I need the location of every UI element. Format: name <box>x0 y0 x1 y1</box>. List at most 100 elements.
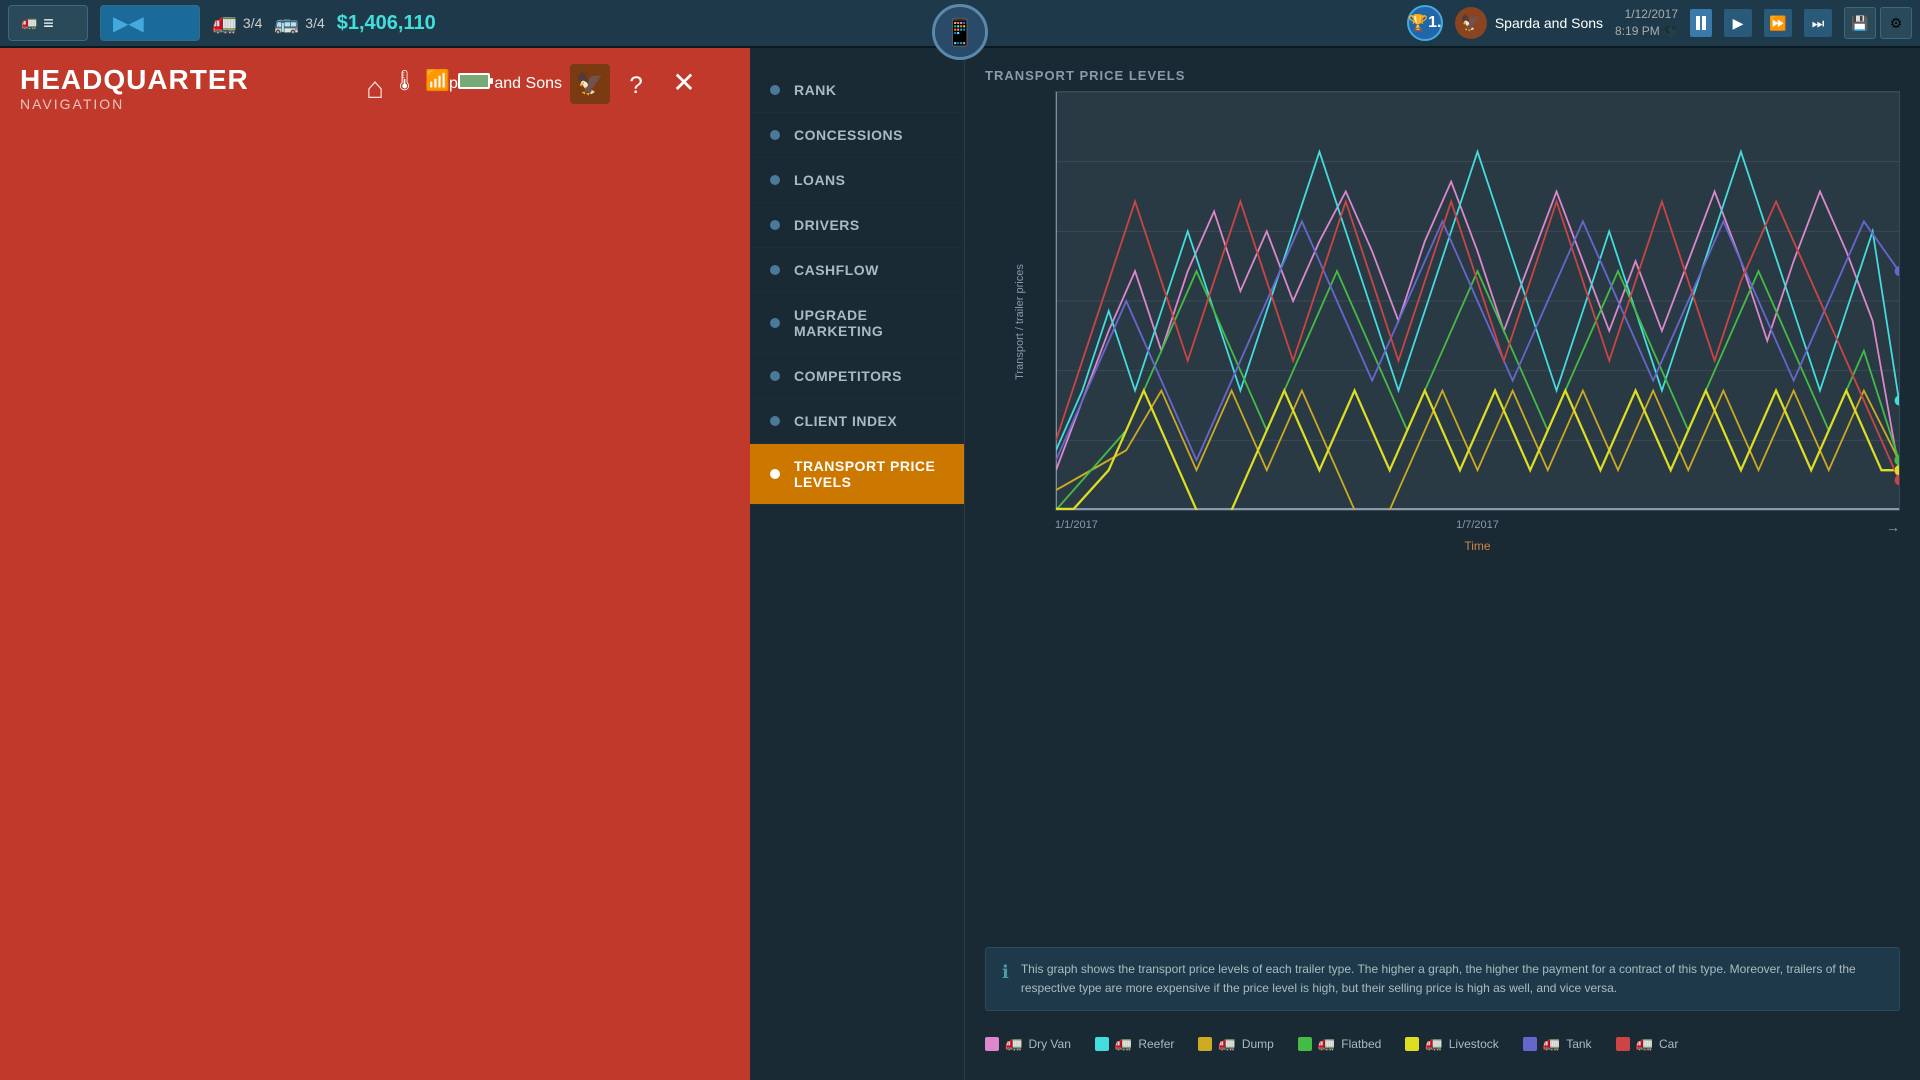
sidebar-item-competitors[interactable]: COMPETITORS <box>750 354 964 399</box>
legend-item-livestock: 🚛Livestock <box>1405 1035 1498 1052</box>
info-text: This graph shows the transport price lev… <box>1021 960 1883 998</box>
status-icons: 🌡 📶 <box>392 68 490 93</box>
chart-svg <box>1056 92 1899 510</box>
x-label: Time <box>1055 539 1900 553</box>
chart-dates: 1/1/2017 1/7/2017 → <box>1055 519 1900 535</box>
legend-item-flatbed: 🚛 Flatbed <box>1298 1035 1381 1052</box>
content-area: RANK CONCESSIONS LOANS DRIVERS CASHFLOW UPGRA… <box>750 48 1920 1080</box>
avatar: 🦅 <box>1455 7 1487 39</box>
panel-header: HEADQUARTER NAVIGATION ⌂ Sparda and Sons… <box>0 48 750 1080</box>
trailer-type-icon: 🚛 <box>1005 1035 1022 1052</box>
pause-control[interactable] <box>1690 9 1712 37</box>
nav-item-label: CONCESSIONS <box>794 127 903 143</box>
legend-label: Tank <box>1566 1037 1591 1051</box>
fast-forward-button[interactable]: ⏩ <box>1764 9 1792 37</box>
nav-item-label: TRANSPORT PRICE LEVELS <box>794 458 944 490</box>
legend-label: Flatbed <box>1341 1037 1381 1051</box>
panel-company-logo: 🦅 <box>570 64 610 104</box>
nav-dot-icon <box>770 130 780 140</box>
sidebar-item-concessions[interactable]: CONCESSIONS <box>750 113 964 158</box>
legend-item-reefer: 🚛 Reefer <box>1095 1035 1174 1052</box>
nav-item-label: UPGRADE MARKETING <box>794 307 944 339</box>
trailer-icon: 🚌 <box>274 11 299 36</box>
trailer-type-icon: 🚛 <box>1318 1035 1335 1052</box>
nav-item-label: CASHFLOW <box>794 262 879 278</box>
thermometer-icon: 🌡 <box>392 68 417 93</box>
legend-label: Car <box>1659 1037 1678 1051</box>
home-icon: ⌂ <box>366 72 384 106</box>
nav-dot-icon <box>770 85 780 95</box>
rank-badge: 🏆 1. <box>1407 5 1443 41</box>
menu-icon: 🚛 <box>21 15 37 31</box>
date-start: 1/1/2017 <box>1055 519 1098 535</box>
sidebar-item-loans[interactable]: LOANS <box>750 158 964 203</box>
info-icon: ℹ <box>1002 962 1009 983</box>
x-axis-arrow: → <box>1886 519 1900 535</box>
nav-item-label: RANK <box>794 82 836 98</box>
date-mid: 1/7/2017 <box>1456 519 1499 531</box>
phone-icon[interactable]: 📱 <box>932 4 988 60</box>
y-label-text: Transport / trailer prices <box>1014 264 1026 380</box>
nav-item-label: LOANS <box>794 172 846 188</box>
nav-item-label: DRIVERS <box>794 217 860 233</box>
nav-dot-icon <box>770 265 780 275</box>
help-button[interactable]: ? <box>618 68 654 104</box>
legend-color-swatch <box>1405 1037 1419 1051</box>
legend-color-swatch <box>985 1037 999 1051</box>
play-button[interactable]: ▶ <box>1724 9 1752 37</box>
rank-value: 1. <box>1428 14 1441 32</box>
fastest-button[interactable]: ⏭ <box>1804 9 1832 37</box>
trailer-type-icon: 🚛 <box>1636 1035 1653 1052</box>
legend-item-dump: 🚛 Dump <box>1198 1035 1273 1052</box>
nav-dot-icon <box>770 318 780 328</box>
trucks-value: 3/4 <box>243 15 262 31</box>
save-button[interactable]: 💾 <box>1844 7 1876 39</box>
main-area: HEADQUARTER NAVIGATION ⌂ Sparda and Sons… <box>0 48 1920 1080</box>
sidebar-item-drivers[interactable]: DRIVERS <box>750 203 964 248</box>
legend-color-swatch <box>1523 1037 1537 1051</box>
legend-item-tank: 🚛Tank <box>1523 1035 1592 1052</box>
nav-item-label: CLIENT INDEX <box>794 413 897 429</box>
legend-label: Reefer <box>1138 1037 1174 1051</box>
y-axis-label: Transport / trailer prices <box>985 91 1055 553</box>
legend-color-swatch <box>1616 1037 1630 1051</box>
chart-title: TRANSPORT PRICE LEVELS <box>985 68 1900 83</box>
trophy-icon: 🏆 <box>1408 13 1428 33</box>
date-value: 1/12/2017 <box>1615 6 1678 23</box>
sidebar-item-upgrade-marketing[interactable]: UPGRADE MARKETING <box>750 293 964 354</box>
chart-svg-area <box>1055 91 1900 511</box>
settings-button[interactable]: ⚙ <box>1880 7 1912 39</box>
trailer-type-icon: 🚛 <box>1218 1035 1235 1052</box>
info-box: ℹ This graph shows the transport price l… <box>985 947 1900 1011</box>
sidebar: RANK CONCESSIONS LOANS DRIVERS CASHFLOW UPGRA… <box>750 48 965 1080</box>
sidebar-item-transport-price-levels[interactable]: TRANSPORT PRICE LEVELS <box>750 444 964 505</box>
battery-icon <box>458 73 490 89</box>
trailer-type-icon: 🚛 <box>1115 1035 1132 1052</box>
legend-item-dry-van: 🚛 Dry Van <box>985 1035 1071 1052</box>
topbar: 🚛 ≡ ▶◀ 🚛 3/4 🚌 3/4 $1,406,110 📱 🏆 1. 🦅 S… <box>0 0 1920 48</box>
legend-item-car: 🚛 Car <box>1616 1035 1679 1052</box>
main-content: TRANSPORT PRICE LEVELS Transport / trail… <box>965 48 1920 1080</box>
nav-dot-icon <box>770 371 780 381</box>
company-display: 🦅 Sparda and Sons <box>1455 7 1603 39</box>
legend-label: Dry Van <box>1028 1037 1070 1051</box>
menu-button[interactable]: 🚛 ≡ <box>8 5 88 41</box>
close-button[interactable]: ✕ <box>666 64 702 100</box>
legend-color-swatch <box>1298 1037 1312 1051</box>
wifi-icon: 📶 <box>425 68 450 93</box>
chart-container: TRANSPORT PRICE LEVELS Transport / trail… <box>985 68 1900 931</box>
chart-wrapper: Transport / trailer prices <box>985 91 1900 553</box>
logo-button[interactable]: ▶◀ <box>100 5 200 41</box>
nav-dot-icon <box>770 416 780 426</box>
nav-dot-icon <box>770 469 780 479</box>
trailer-type-icon: 🚛 <box>1425 1035 1442 1052</box>
sidebar-item-client-index[interactable]: CLIENT INDEX <box>750 399 964 444</box>
legend-color-swatch <box>1095 1037 1109 1051</box>
sidebar-item-cashflow[interactable]: CASHFLOW <box>750 248 964 293</box>
legend-color-swatch <box>1198 1037 1212 1051</box>
money-display: $1,406,110 <box>337 12 436 35</box>
nav-item-label: COMPETITORS <box>794 368 902 384</box>
sidebar-item-rank[interactable]: RANK <box>750 68 964 113</box>
chart-inner: 1/1/2017 1/7/2017 → Time <box>1055 91 1900 553</box>
legend-label: Dump <box>1242 1037 1274 1051</box>
